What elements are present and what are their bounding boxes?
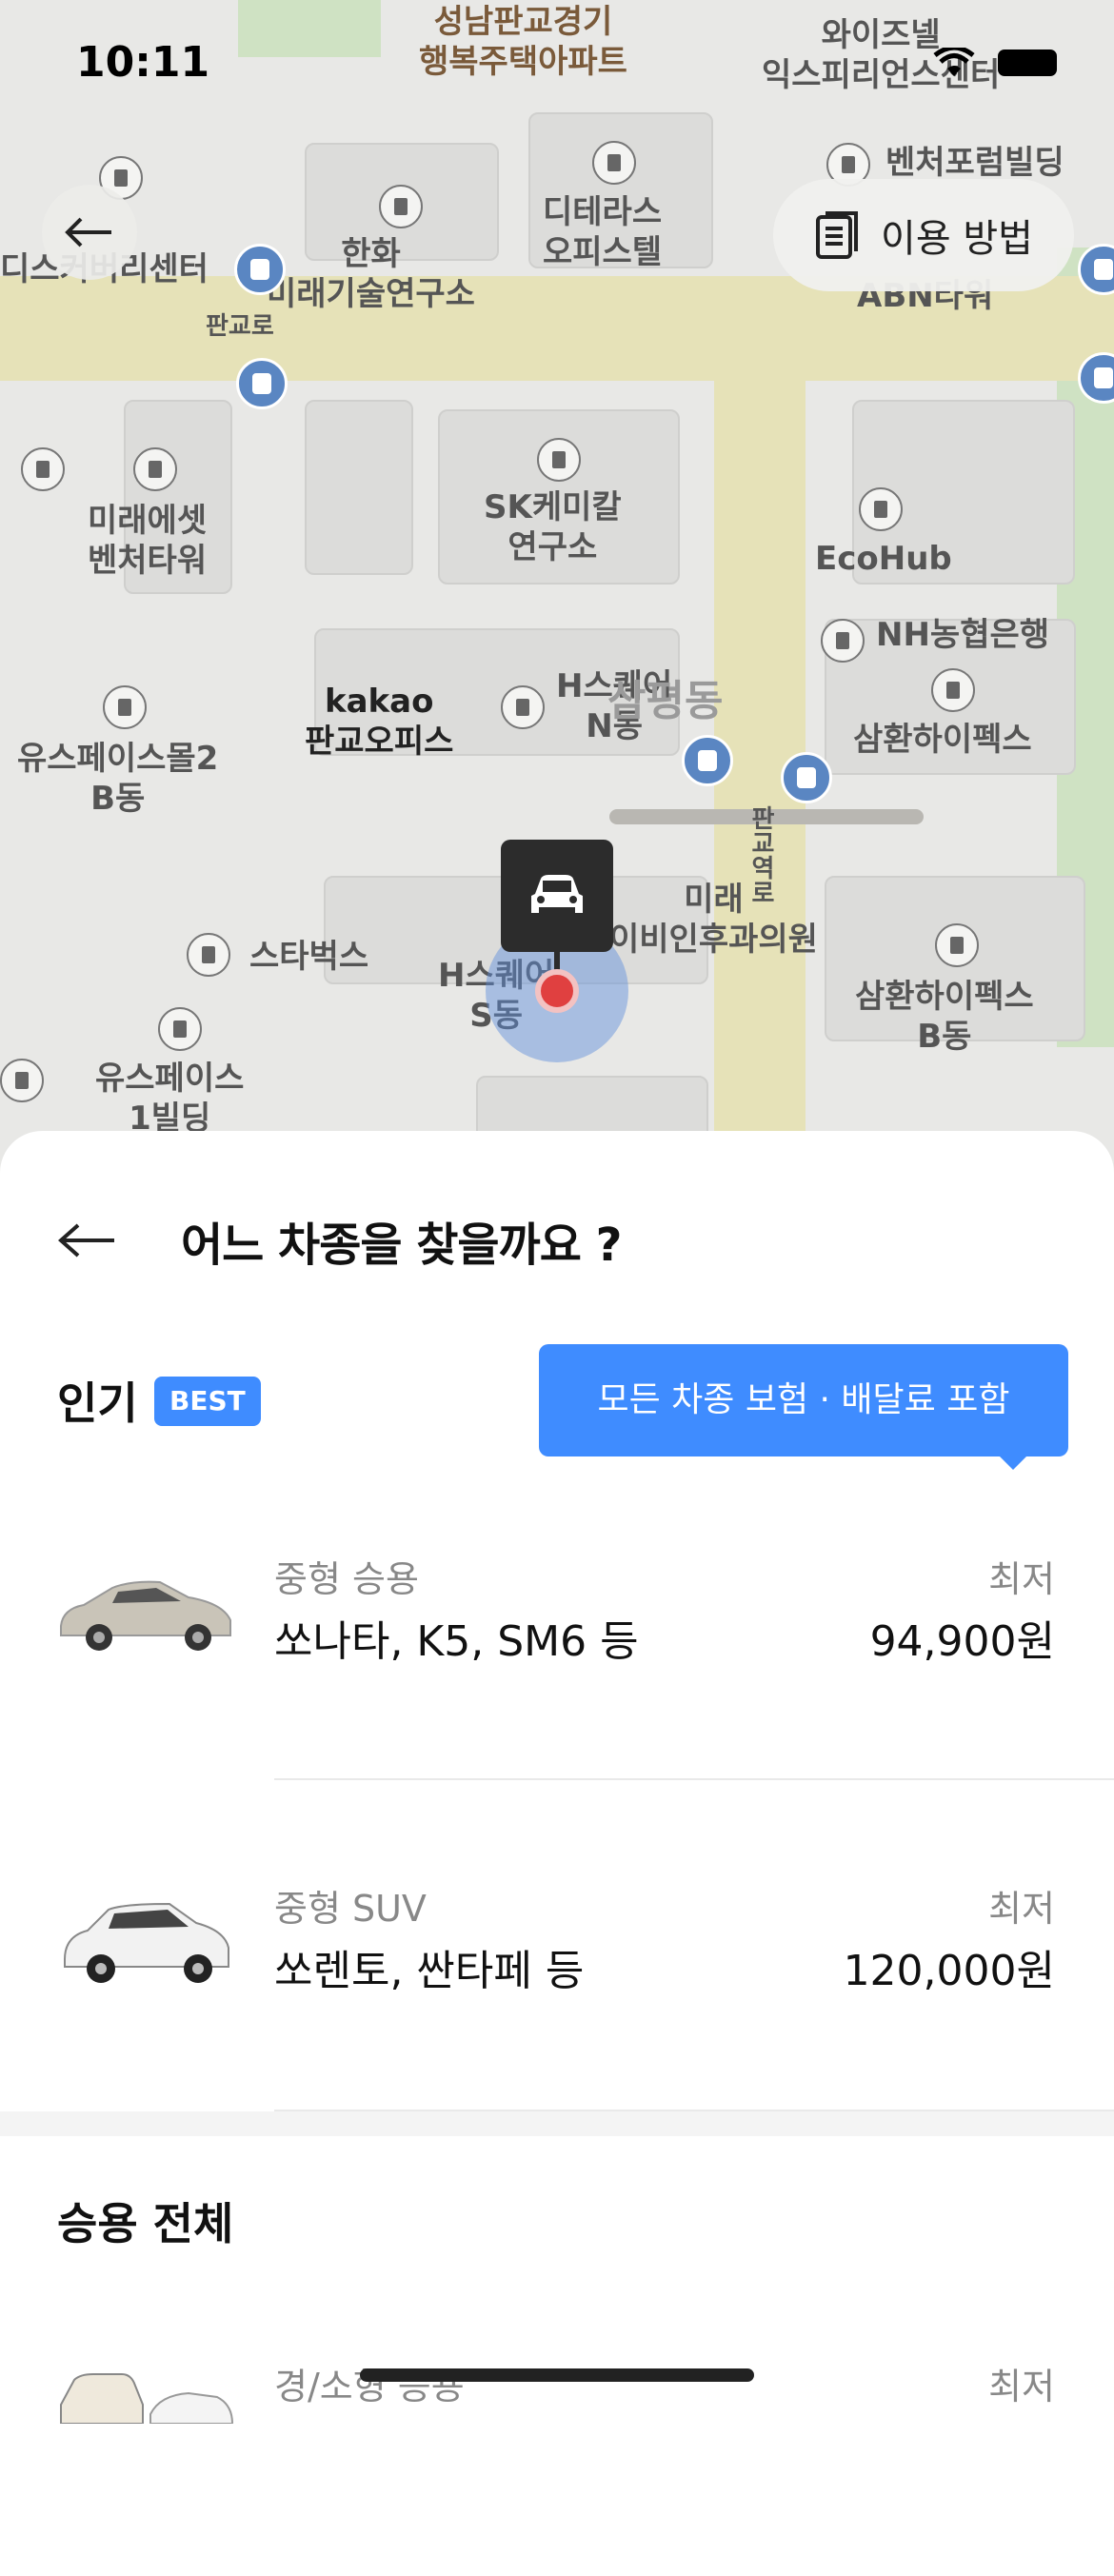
home-indicator[interactable] xyxy=(360,2368,754,2382)
shop-pin-icon xyxy=(931,668,975,712)
midsize-suv-image xyxy=(64,1902,229,1983)
cafe-pin-icon xyxy=(187,933,230,977)
wifi-icon xyxy=(933,48,975,76)
car-category: 중형 승용 xyxy=(274,1558,419,1600)
usage-guide-label: 이용 방법 xyxy=(881,217,1033,261)
map-label: 디테라스 오피스텔 xyxy=(543,193,663,271)
lowest-price-label: 최저 xyxy=(988,1558,1055,1600)
bank-pin-icon xyxy=(821,619,865,663)
lowest-price-label: 최저 xyxy=(988,2366,1055,2408)
bus-stop-icon xyxy=(236,358,288,409)
lowest-price-label: 최저 xyxy=(988,1888,1055,1930)
all-sedans-section-title: 승용 전체 xyxy=(57,2198,234,2249)
map-label: 미래에셋 벤처타워 xyxy=(88,502,208,580)
map-label: SK케미칼 연구소 xyxy=(484,488,622,566)
status-icons xyxy=(933,48,1057,78)
map-label: 벤처포럼빌딩 xyxy=(885,144,1064,182)
building-pin-icon xyxy=(158,1007,202,1051)
car-models: 쏘렌토, 싼타페 등 xyxy=(274,1947,585,1995)
map-label: NH농협은행 xyxy=(876,616,1050,654)
compact-car-image xyxy=(60,2373,234,2424)
map-label: 성남판교경기 행복주택아파트 xyxy=(419,3,627,81)
road-label: 판교로 xyxy=(206,312,274,341)
bus-stop-icon xyxy=(781,752,832,803)
bus-stop-icon xyxy=(234,244,286,295)
insurance-tooltip: 모든 차종 보험 · 배달료 포함 xyxy=(539,1344,1068,1456)
map-label: 스타벅스 xyxy=(249,938,369,976)
car-price: 94,900원 xyxy=(869,1617,1055,1666)
divider xyxy=(274,1778,1114,1780)
road-label: 판교역로 xyxy=(746,805,775,904)
arrow-left-icon xyxy=(65,217,111,248)
status-time: 10:11 xyxy=(76,38,210,87)
car-option-row[interactable]: 중형 승용 쏘나타, K5, SM6 등 최저 94,900원 xyxy=(0,1531,1114,1769)
shop-pin-icon xyxy=(103,685,147,729)
car-price: 120,000원 xyxy=(843,1947,1055,1995)
map-view[interactable]: 성남판교경기 행복주택아파트 와이즈넬 익스피리언스센터 벤처포럼빌딩 디스커버… xyxy=(0,0,1114,1180)
best-badge: BEST xyxy=(154,1377,261,1426)
district-label: 삼평동 xyxy=(607,677,724,725)
sheet-back-button[interactable] xyxy=(57,1219,118,1261)
map-label: 유스페이스 1빌딩 xyxy=(95,1060,245,1138)
building xyxy=(305,400,413,575)
building-pin-icon xyxy=(537,438,581,482)
car-option-row[interactable]: 중형 SUV 쏘렌토, 싼타페 등 최저 120,000원 xyxy=(0,1860,1114,2098)
car-marker-icon[interactable] xyxy=(501,840,613,952)
sheet-header: 어느 차종을 찾을까요 ? xyxy=(57,1207,622,1274)
sheet-title: 어느 차종을 찾을까요 ? xyxy=(181,1219,622,1272)
map-label: EcoHub xyxy=(815,540,952,578)
map-label: 미래 이비인후과의원 xyxy=(609,881,818,959)
building-pin-icon xyxy=(859,487,903,531)
building-pin-icon xyxy=(935,923,979,967)
map-label: 유스페이스몰2 B동 xyxy=(17,740,219,818)
midsize-sedan-image xyxy=(60,1580,231,1651)
building-pin-icon xyxy=(21,447,65,491)
car-models: 쏘나타, K5, SM6 등 xyxy=(274,1617,639,1666)
popular-section-title: 인기 xyxy=(57,1377,138,1429)
map-label: 한화 미래기술연구소 xyxy=(267,235,475,313)
map-label: 삼환하이펙스 xyxy=(853,721,1032,759)
car-type-sheet: 어느 차종을 찾을까요 ? 인기 BEST 모든 차종 보험 · 배달료 포함 … xyxy=(0,1131,1114,2424)
building-pin-icon xyxy=(379,185,423,228)
section-gap xyxy=(0,2111,1114,2136)
current-location-dot xyxy=(535,969,579,1013)
tooltip-tail xyxy=(998,1455,1028,1470)
car-category: 중형 SUV xyxy=(274,1888,427,1930)
usage-guide-button[interactable]: 이용 방법 xyxy=(773,179,1074,291)
building-pin-icon xyxy=(133,447,177,491)
document-icon xyxy=(816,211,859,259)
battery-icon xyxy=(998,50,1057,76)
hospital-pin-icon xyxy=(0,1059,44,1102)
map-label: kakao 판교오피스 xyxy=(305,683,454,761)
building-pin-icon xyxy=(501,685,545,729)
map-label: 삼환하이펙스 B동 xyxy=(855,978,1034,1056)
map-back-button[interactable] xyxy=(42,185,137,280)
bus-stop-icon xyxy=(682,735,733,786)
building-pin-icon xyxy=(592,141,636,185)
car-category: 경/소형 승용 xyxy=(274,2366,465,2408)
park-area xyxy=(238,0,381,57)
